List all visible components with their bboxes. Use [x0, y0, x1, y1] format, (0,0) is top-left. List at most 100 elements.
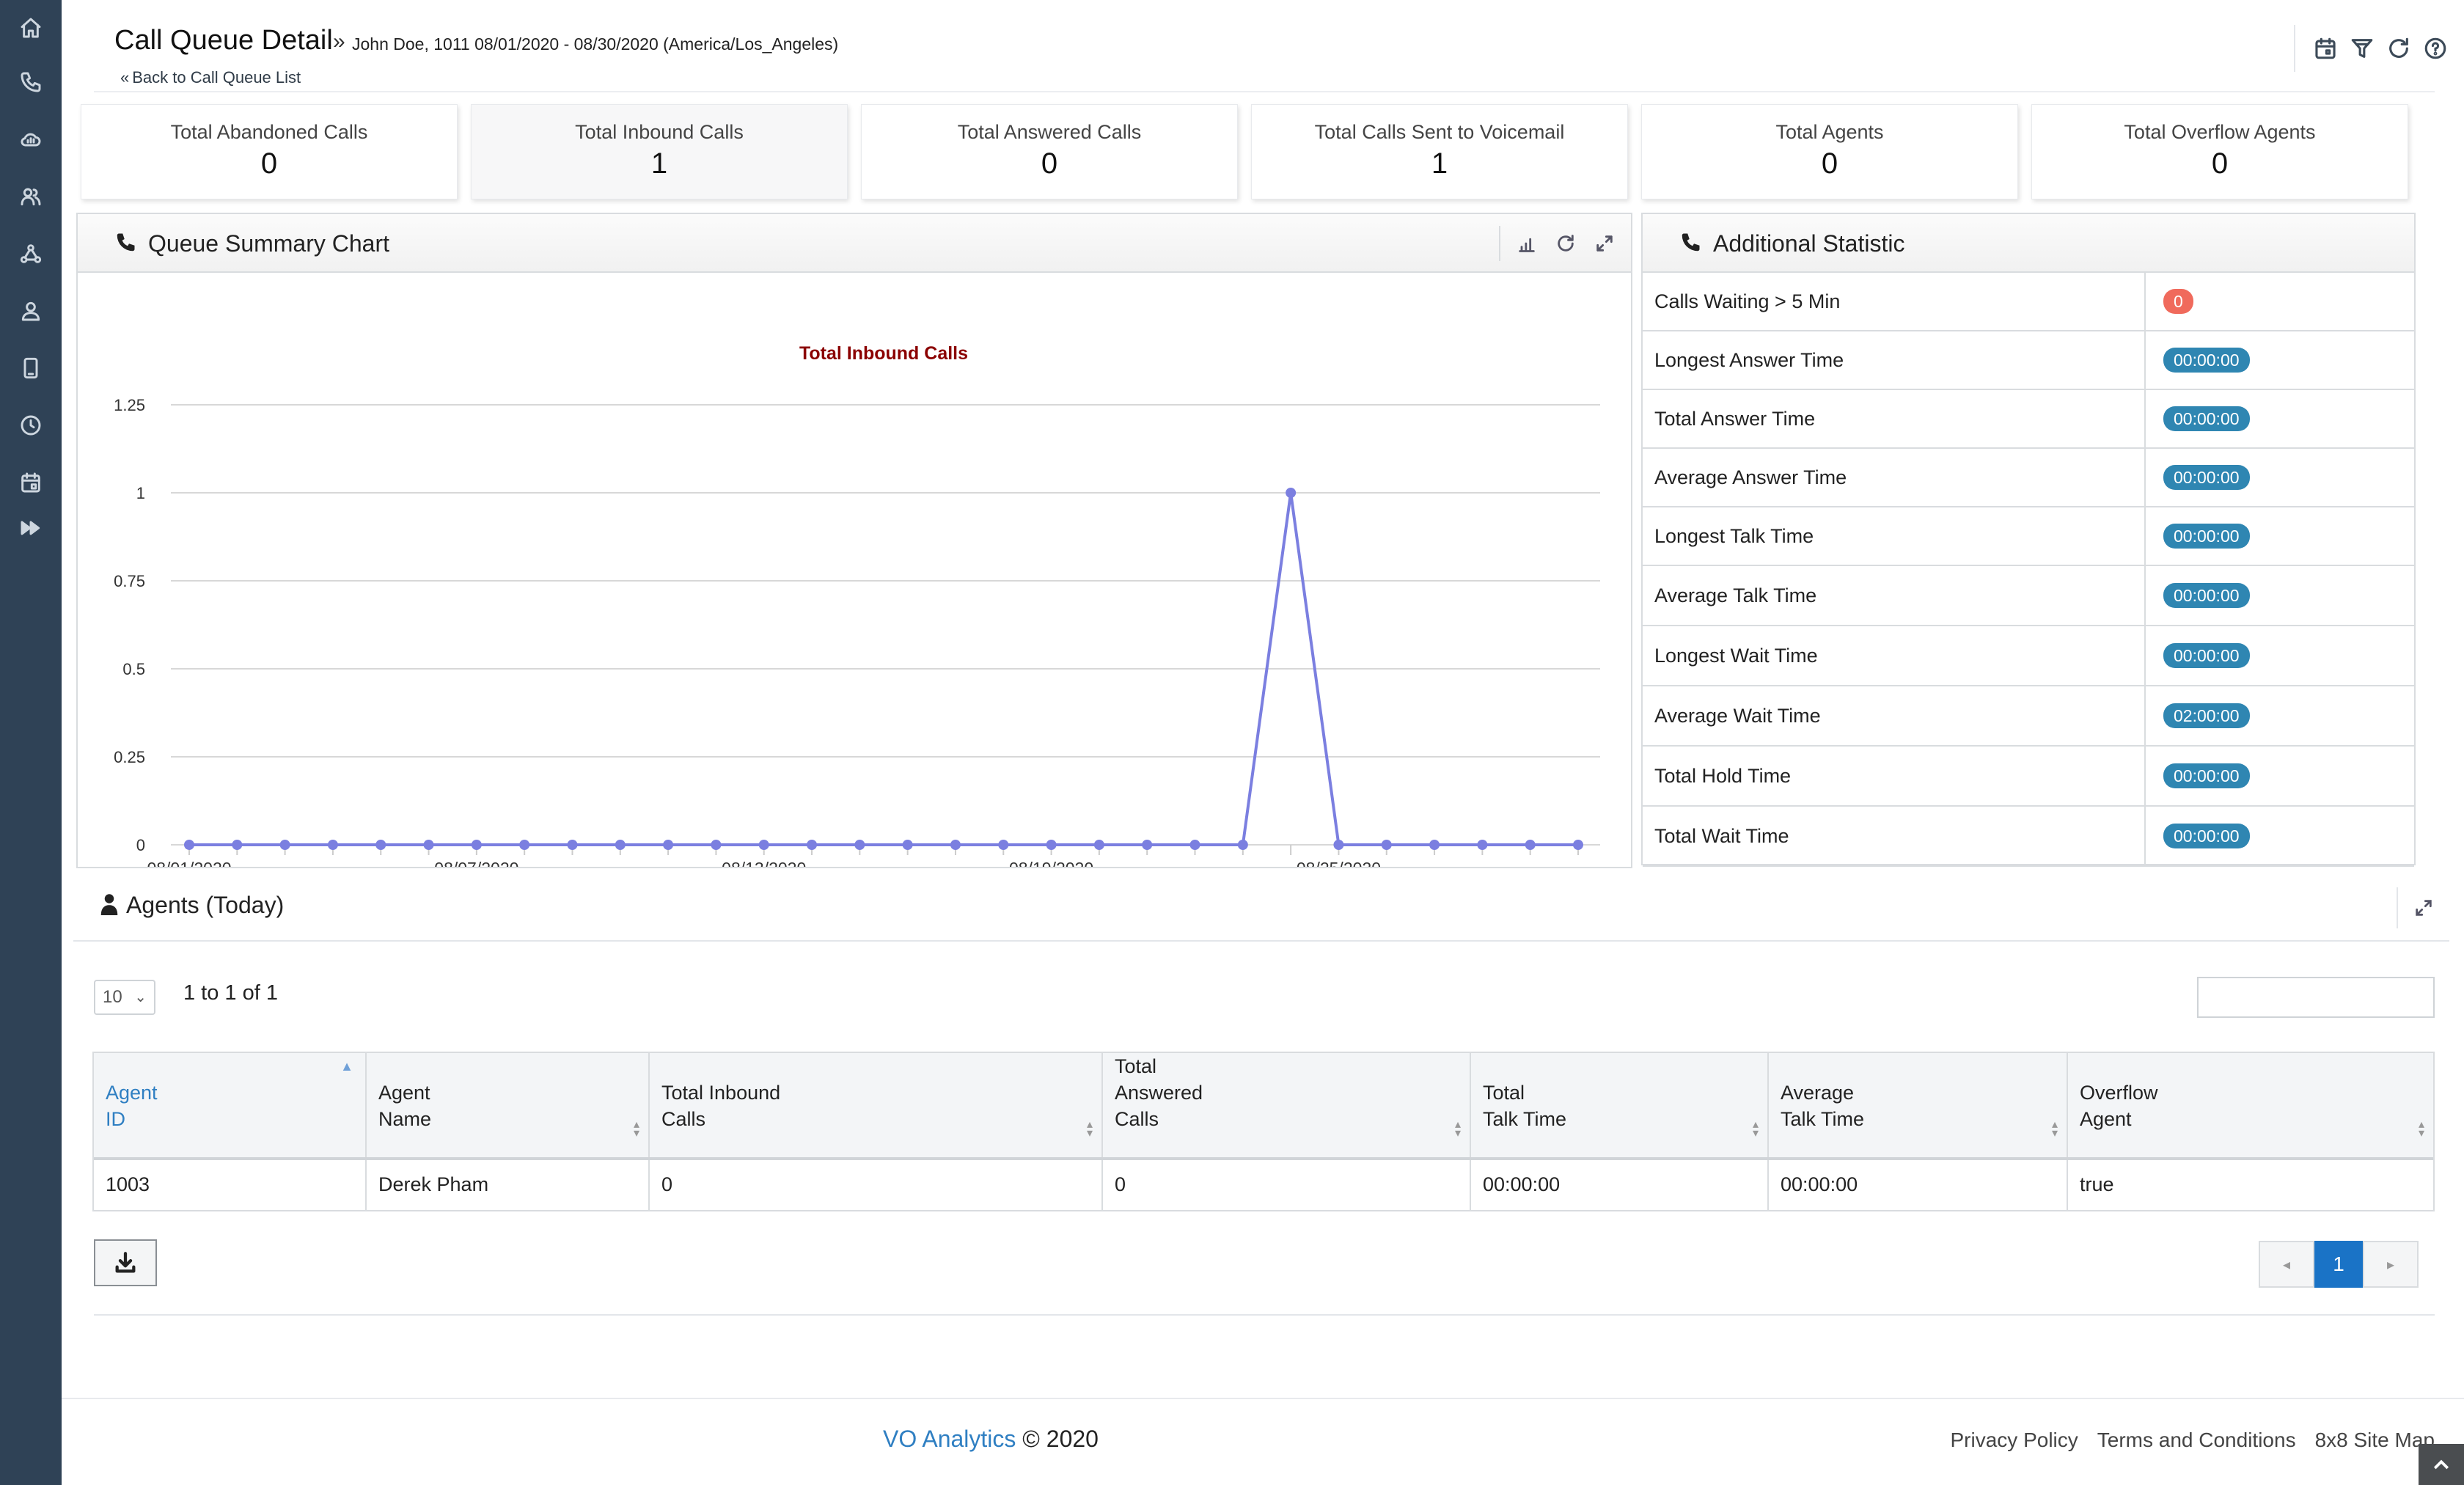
x-tick-label: 08/01/2020: [147, 859, 231, 867]
stat-row-label: Longest Wait Time: [1654, 645, 1818, 667]
terms-link[interactable]: Terms and Conditions: [2097, 1429, 2296, 1452]
column-divider: [2144, 331, 2146, 389]
stat-row: Average Wait Time 02:00:00: [1643, 686, 2414, 747]
x-tick-label: 08/13/2020: [722, 859, 806, 867]
status-badge: 00:00:00: [2163, 524, 2250, 549]
column-header[interactable]: Total Inbound Calls ▴ ▾: [650, 1053, 1103, 1157]
fast-forward-icon[interactable]: [16, 513, 45, 543]
stat-label: Total Agents: [1775, 121, 1884, 143]
column-header-label: Agent Name: [378, 1082, 432, 1130]
cloud-icon[interactable]: [16, 125, 45, 154]
agents-search-input[interactable]: [2197, 977, 2435, 1018]
sort-icon: ▴ ▾: [633, 1118, 639, 1140]
table-header: Agent ID ▲ Agent Name ▴ ▾ Total Inbound Calls…: [94, 1053, 2433, 1160]
page-size-value: 10: [103, 987, 122, 1007]
privacy-policy-link[interactable]: Privacy Policy: [1951, 1429, 2078, 1452]
phone-icon: [114, 232, 136, 254]
data-point: [375, 840, 386, 850]
expand-icon[interactable]: [1591, 230, 1618, 257]
column-header[interactable]: Total Talk Time ▴ ▾: [1471, 1053, 1769, 1157]
table-row[interactable]: 1003 Derek Pham 0 0 00:00:00 00:00:00 true: [94, 1160, 2433, 1210]
calendar-icon[interactable]: [16, 468, 45, 497]
queue-summary-chart-panel: Queue Summary Chart Total Inbound Calls 0…: [76, 213, 1632, 868]
status-badge: 00:00:00: [2163, 824, 2250, 848]
stat-value: 0: [260, 147, 278, 180]
status-badge: 02:00:00: [2163, 703, 2250, 728]
y-tick-label: 0: [136, 836, 145, 854]
stat-row: Calls Waiting > 5 Min 0: [1643, 273, 2414, 331]
scroll-to-top-button[interactable]: [2419, 1444, 2464, 1485]
back-link[interactable]: «Back to Call Queue List: [120, 68, 301, 87]
header-toolbar: [2294, 25, 2454, 72]
y-tick-label: 1.25: [114, 396, 145, 414]
table-cell-value: 0: [1115, 1173, 1126, 1195]
footer-brand-link[interactable]: VO Analytics: [883, 1426, 1016, 1452]
clock-icon[interactable]: [16, 411, 45, 440]
column-header[interactable]: Agent Name ▴ ▾: [367, 1053, 650, 1157]
page-header: Call Queue Detail » John Doe, 1011 08/01…: [62, 0, 2464, 94]
filter-icon[interactable]: [2346, 32, 2378, 65]
next-page-button[interactable]: ▸: [2363, 1241, 2419, 1288]
pagination-range: 1 to 1 of 1: [183, 981, 278, 1005]
stat-row-label: Longest Answer Time: [1654, 349, 1844, 371]
data-point: [279, 840, 290, 850]
people-icon[interactable]: [16, 182, 45, 211]
column-header[interactable]: Average Talk Time ▴ ▾: [1769, 1053, 2068, 1157]
data-point: [232, 840, 243, 850]
y-tick-label: 0.75: [114, 572, 145, 590]
stat-row-label: Longest Talk Time: [1654, 525, 1814, 547]
column-header-label: Average Talk Time: [1781, 1082, 1865, 1130]
data-point: [950, 840, 961, 850]
sort-icon: ▴ ▾: [2051, 1118, 2058, 1140]
status-badge: 00:00:00: [2163, 643, 2250, 668]
data-point: [854, 840, 865, 850]
page-button-1[interactable]: 1: [2314, 1241, 2363, 1288]
page-size-select[interactable]: 10 ⌄: [94, 980, 155, 1015]
status-badge: 00:00:00: [2163, 406, 2250, 431]
mobile-icon[interactable]: [16, 353, 45, 383]
bar-chart-icon[interactable]: [1514, 230, 1540, 257]
stat-card-overflow-agents: Total Overflow Agents 0: [2031, 104, 2408, 199]
site-map-link[interactable]: 8x8 Site Map: [2315, 1429, 2435, 1452]
stat-card-answered: Total Answered Calls 0: [861, 104, 1238, 199]
header-divider: [94, 91, 2435, 92]
table-cell-value: Derek Pham: [378, 1173, 489, 1195]
help-icon[interactable]: [2419, 32, 2452, 65]
stat-value: 0: [1821, 147, 1838, 180]
stat-row-label: Total Hold Time: [1654, 765, 1792, 787]
calendar-icon[interactable]: [2309, 32, 2342, 65]
column-divider: [2144, 626, 2146, 685]
download-button[interactable]: [94, 1239, 157, 1286]
data-point: [1237, 840, 1248, 850]
stat-row: Total Answer Time 00:00:00: [1643, 390, 2414, 449]
network-icon[interactable]: [16, 239, 45, 268]
sort-icon: ▴ ▾: [1454, 1118, 1461, 1140]
refresh-icon[interactable]: [1552, 230, 1579, 257]
data-point: [711, 840, 722, 850]
title-separator: »: [333, 29, 345, 54]
y-tick-label: 0.25: [114, 748, 145, 766]
table-cell: 00:00:00: [1769, 1160, 2068, 1210]
table-cell: true: [2068, 1160, 2433, 1210]
refresh-icon[interactable]: [2383, 32, 2415, 65]
table-cell: 0: [650, 1160, 1103, 1210]
phone-icon[interactable]: [16, 67, 45, 97]
expand-icon[interactable]: [2397, 887, 2449, 928]
footer: VO Analytics © 2020 Privacy Policy Terms…: [62, 1398, 2464, 1485]
sidebar: [0, 0, 62, 1485]
column-header[interactable]: Overflow Agent ▴ ▾: [2068, 1053, 2433, 1157]
data-point: [471, 840, 482, 850]
data-point: [663, 840, 674, 850]
data-point: [1189, 840, 1200, 850]
prev-page-button[interactable]: ◂: [2259, 1241, 2314, 1288]
data-point: [1573, 840, 1583, 850]
agents-title: Agents (Today): [126, 892, 285, 918]
column-divider: [2144, 273, 2146, 330]
home-icon[interactable]: [16, 13, 45, 43]
column-header[interactable]: Agent ID ▲: [94, 1053, 367, 1157]
data-point: [1142, 840, 1153, 850]
sort-icon: ▴ ▾: [2418, 1118, 2424, 1140]
column-header[interactable]: Total Answered Calls ▴ ▾: [1103, 1053, 1471, 1157]
user-icon[interactable]: [16, 296, 45, 326]
data-point: [567, 840, 578, 850]
